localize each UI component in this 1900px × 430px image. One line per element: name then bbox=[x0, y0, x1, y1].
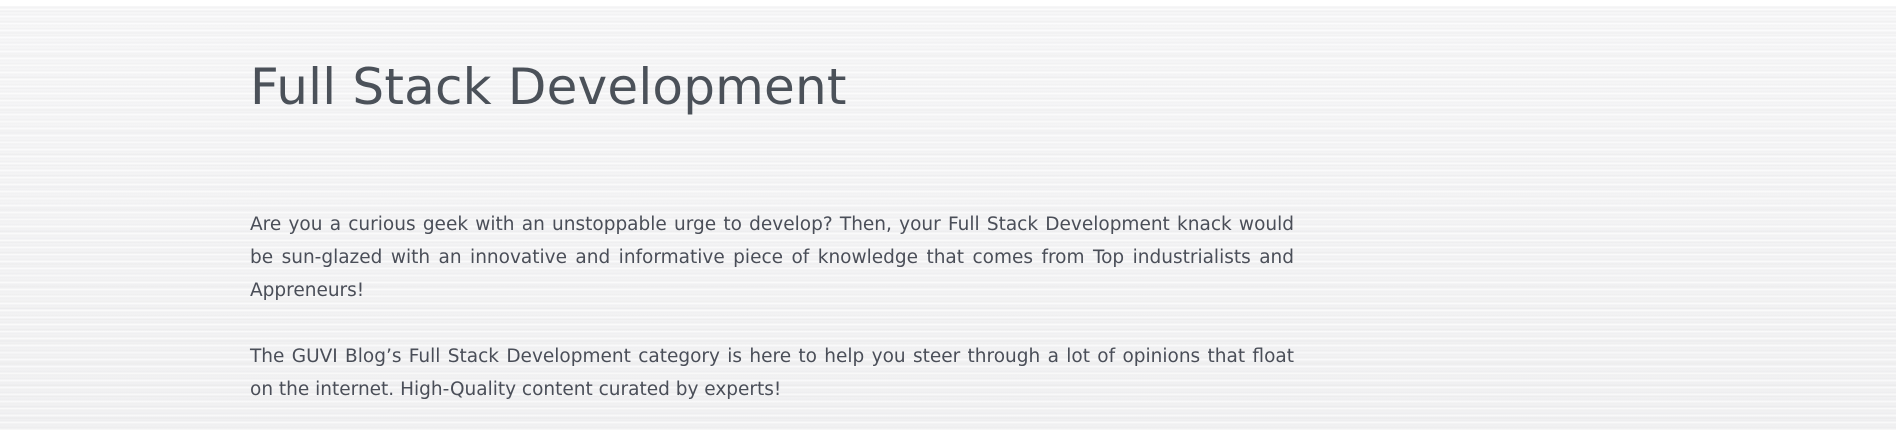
page-title: Full Stack Development bbox=[250, 58, 847, 116]
category-description-paragraph: The GUVI Blog’s Full Stack Development c… bbox=[250, 346, 1294, 400]
category-hero: Full Stack Development Are you a curious… bbox=[0, 0, 1900, 430]
category-description-paragraph: Are you a curious geek with an unstoppab… bbox=[250, 214, 1294, 301]
category-content: Full Stack Development Are you a curious… bbox=[250, 50, 1294, 406]
